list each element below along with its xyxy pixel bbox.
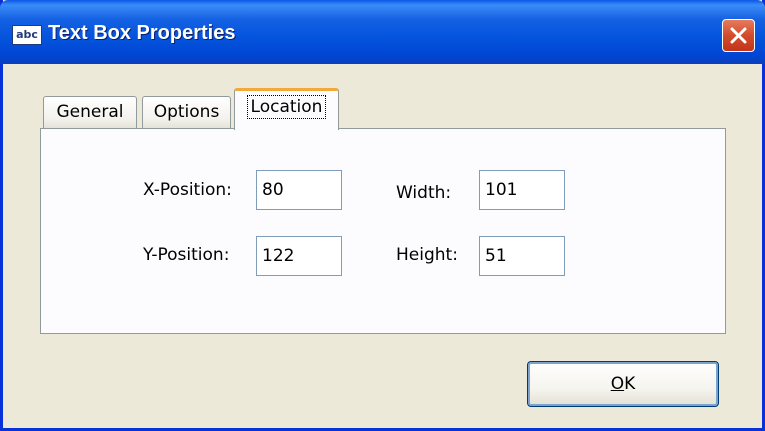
- x-position-label: X-Position:: [143, 180, 232, 200]
- x-position-field[interactable]: 80: [256, 170, 342, 210]
- location-panel: X-Position: 80 Width: 101 Y-Position: 12…: [40, 128, 726, 334]
- close-icon: [730, 27, 747, 44]
- tab-location-label: Location: [246, 95, 327, 119]
- y-position-field[interactable]: 122: [256, 236, 342, 276]
- tab-options[interactable]: Options: [142, 96, 231, 128]
- window-title: Text Box Properties: [48, 22, 236, 44]
- height-field[interactable]: 51: [479, 236, 565, 276]
- title-bar[interactable]: abc Text Box Properties: [0, 0, 765, 64]
- height-label: Height:: [396, 245, 458, 265]
- ok-mnemonic: O: [610, 374, 625, 394]
- tab-general[interactable]: General: [43, 96, 137, 128]
- y-position-label: Y-Position:: [143, 245, 230, 265]
- tab-location[interactable]: Location: [234, 88, 339, 130]
- ok-button[interactable]: OK: [527, 361, 719, 407]
- ok-label-rest: K: [624, 374, 636, 394]
- app-icon: abc: [12, 25, 42, 45]
- width-field[interactable]: 101: [479, 170, 565, 210]
- width-label: Width:: [396, 183, 452, 203]
- close-button[interactable]: [722, 19, 755, 52]
